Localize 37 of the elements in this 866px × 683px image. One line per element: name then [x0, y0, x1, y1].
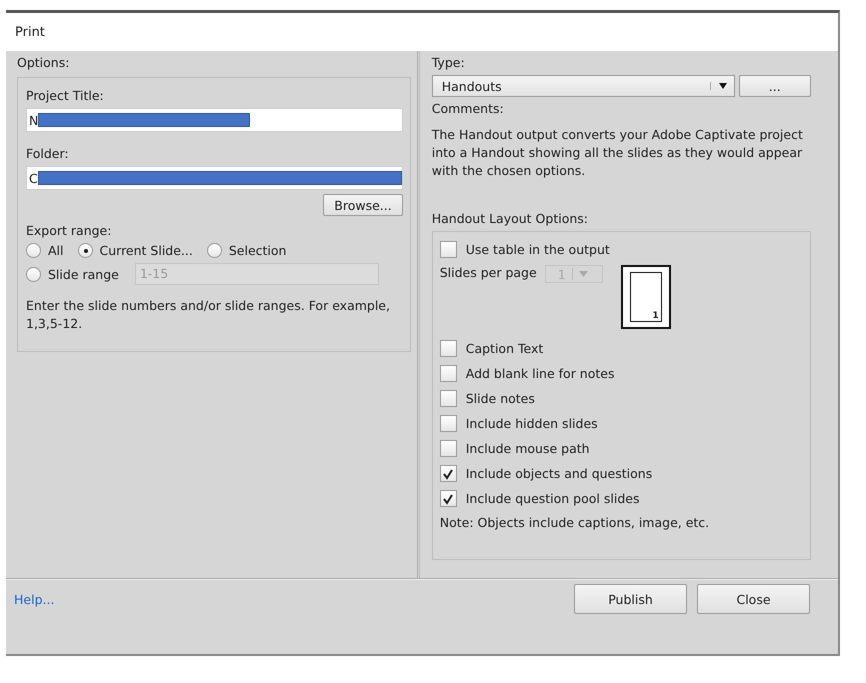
checkbox-option[interactable]: Caption Text	[440, 339, 544, 358]
checkbox-option[interactable]: Add blank line for notes	[440, 364, 614, 383]
options-label: Options:	[17, 55, 70, 70]
radio-option[interactable]: Current Slide...	[78, 243, 193, 258]
checkmark-icon	[442, 468, 454, 480]
export-range-label: Export range:	[26, 223, 112, 238]
checkbox-option[interactable]: Use table in the output	[440, 240, 610, 259]
layout-options-label: Handout Layout Options:	[432, 211, 588, 226]
project-title-label: Project Title:	[26, 88, 104, 103]
radio-option[interactable]: Slide range	[26, 266, 119, 282]
hint-text: Enter the slide numbers and/or slide ranges. For example, 1,3,5-12.	[26, 297, 391, 333]
caret-icon	[710, 82, 728, 90]
radio-option[interactable]: All	[26, 243, 64, 258]
checkbox-option[interactable]: Slide notes	[440, 389, 535, 408]
dialog-button[interactable]: Publish	[574, 584, 687, 614]
type-label: Type:	[432, 55, 465, 70]
checkbox-option[interactable]: Include objects and questions	[440, 464, 652, 483]
folder-label: Folder:	[26, 146, 69, 161]
page-preview: 1	[620, 265, 671, 329]
comments-label: Comments:	[432, 101, 504, 116]
checkbox-option[interactable]: Include mouse path	[440, 439, 590, 458]
radio-option[interactable]: Selection	[206, 243, 286, 258]
folder-field[interactable]: C	[26, 166, 403, 190]
browse-button[interactable]: Browse...	[323, 194, 403, 216]
help-link[interactable]: Help...	[14, 592, 54, 607]
project-title-field[interactable]: N	[26, 108, 403, 132]
checkbox-option[interactable]: Include hidden slides	[440, 414, 598, 433]
window-title: Print	[15, 24, 45, 40]
checkmark-icon	[442, 492, 454, 504]
checkbox-option[interactable]: Include question pool slides	[440, 489, 640, 508]
slides-per-page-label: Slides per page	[440, 265, 537, 280]
note-text: Note: Objects include captions, image, etc.	[440, 515, 710, 530]
caret-icon	[578, 271, 588, 277]
dialog-button[interactable]: Close	[697, 584, 810, 614]
comments-text: The Handout output converts your Adobe Captivate project into a Handout showing all the slides as they would appear with the chosen options.	[432, 126, 804, 180]
more-button[interactable]: ...	[738, 75, 811, 97]
type-dropdown[interactable]: Handouts	[432, 75, 735, 97]
